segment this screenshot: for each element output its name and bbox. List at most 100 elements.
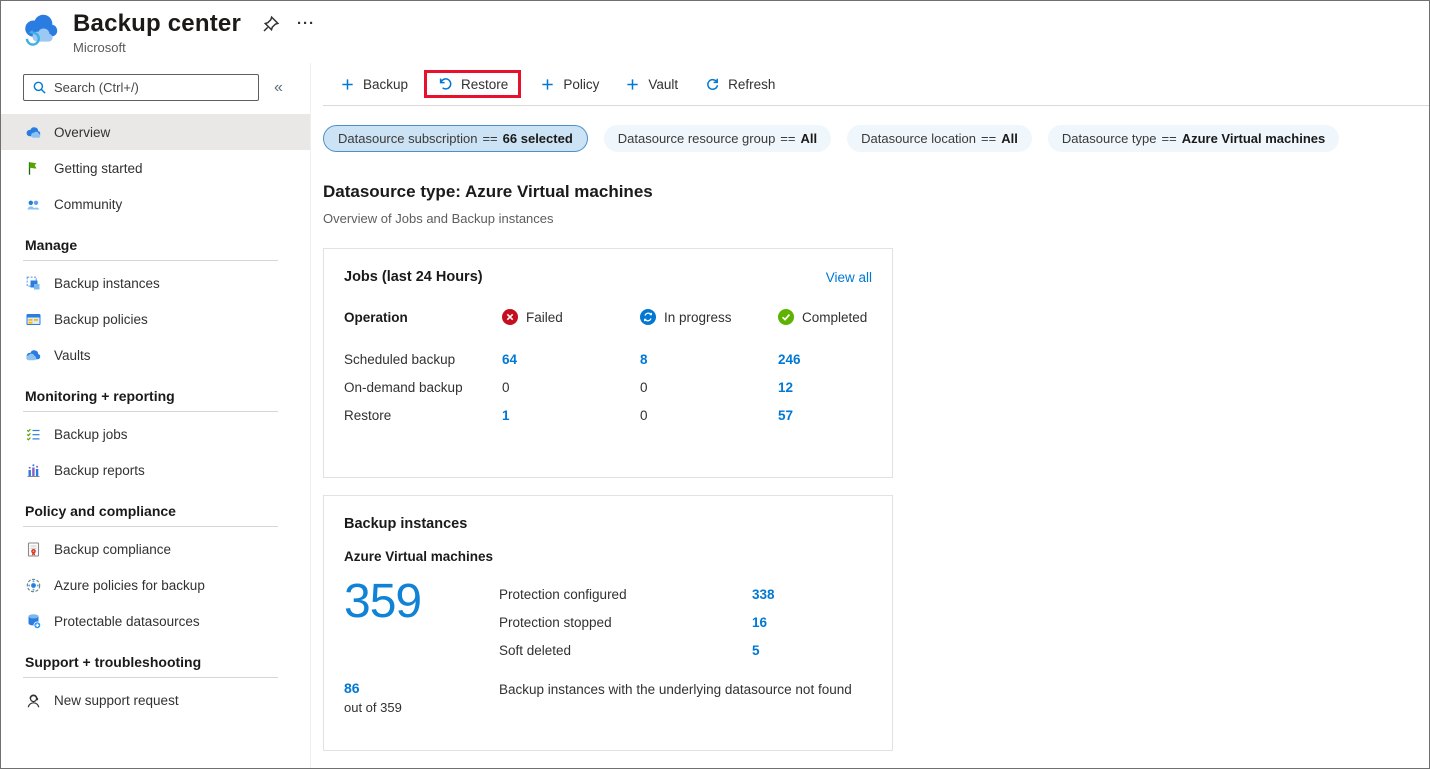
sidebar-nav: Overview Getting started Community Manag… — [1, 114, 310, 718]
sidebar-item-new-support-request[interactable]: New support request — [1, 682, 310, 718]
column-failed: Failed — [502, 309, 640, 325]
sidebar-item-label: Backup compliance — [54, 541, 172, 557]
more-options-icon[interactable]: ··· — [297, 16, 315, 31]
sidebar-item-overview[interactable]: Overview — [1, 114, 310, 150]
refresh-button[interactable]: Refresh — [694, 70, 785, 98]
datasource-not-found-label: Backup instances with the underlying dat… — [499, 682, 852, 697]
azure-policies-icon — [26, 578, 41, 592]
filter-datasource-resource-group[interactable]: Datasource resource group == All — [603, 125, 832, 152]
search-input[interactable] — [23, 74, 259, 101]
restore-completed-count[interactable]: 57 — [778, 408, 872, 423]
sidebar-section-monitoring-reporting: Monitoring + reporting — [25, 388, 175, 404]
sidebar-item-label: Backup reports — [54, 462, 145, 478]
refresh-icon — [707, 78, 719, 90]
sidebar-item-backup-reports[interactable]: Backup reports — [1, 452, 310, 488]
sidebar-item-backup-policies[interactable]: Backup policies — [1, 301, 310, 337]
plus-icon — [342, 78, 353, 90]
on-demand-backup-failed-count: 0 — [502, 379, 510, 395]
protectable-datasources-icon — [28, 613, 42, 629]
datasource-not-found-count[interactable]: 86 — [344, 680, 499, 696]
sidebar-item-label: Community — [54, 196, 123, 212]
sidebar-item-community[interactable]: Community — [1, 186, 310, 222]
scheduled-backup-failed-count[interactable]: 64 — [502, 352, 640, 367]
sidebar-section-support-troubleshooting: Support + troubleshooting — [25, 654, 202, 670]
backup-instances-icon — [26, 276, 40, 289]
sidebar-item-protectable-datasources[interactable]: Protectable datasources — [1, 603, 310, 639]
sidebar-item-azure-policies-for-backup[interactable]: Azure policies for backup — [1, 567, 310, 603]
divider — [23, 260, 278, 261]
filter-bar: Datasource subscription == 66 selected D… — [323, 125, 1429, 152]
plus-icon — [627, 78, 638, 90]
backup-instances-card: Backup instances Azure Virtual machines … — [323, 495, 893, 751]
divider — [23, 526, 278, 527]
support-headset-icon — [27, 694, 40, 707]
restore-button[interactable]: Restore — [424, 70, 522, 98]
vault-button[interactable]: Vault — [615, 71, 688, 98]
restore-failed-count[interactable]: 1 — [502, 408, 640, 423]
total-instances-count[interactable]: 359 — [344, 578, 499, 664]
sidebar-section-manage: Manage — [25, 237, 78, 253]
sidebar-item-label: Vaults — [54, 347, 91, 363]
command-bar: Backup Restore Policy Vault Refresh — [323, 63, 1429, 106]
jobs-card: Jobs (last 24 Hours) View all Operation … — [323, 248, 893, 478]
filter-datasource-subscription[interactable]: Datasource subscription == 66 selected — [323, 125, 588, 152]
backup-center-logo-icon — [25, 14, 58, 46]
protection-stopped-count[interactable]: 16 — [752, 615, 767, 630]
jobs-card-title: Jobs (last 24 Hours) — [344, 269, 483, 285]
instances-stats: Protection configured 338 Protection sto… — [499, 578, 872, 664]
divider — [23, 677, 278, 678]
protection-configured-count[interactable]: 338 — [752, 587, 775, 602]
table-row-scheduled-backup: Scheduled backup 64 8 246 — [344, 345, 872, 373]
jobs-table: Operation Failed In progress Completed S… — [344, 303, 872, 429]
sidebar-item-backup-compliance[interactable]: Backup compliance — [1, 531, 310, 567]
soft-deleted-count[interactable]: 5 — [752, 643, 760, 658]
on-demand-backup-in-progress-count: 0 — [640, 379, 648, 395]
jobs-table-header: Operation Failed In progress Completed — [344, 303, 872, 331]
vaults-cloud-icon — [26, 349, 41, 360]
filter-datasource-type[interactable]: Datasource type == Azure Virtual machine… — [1047, 125, 1340, 152]
column-operation: Operation — [344, 309, 408, 325]
table-row-restore: Restore 1 0 57 — [344, 401, 872, 429]
plus-icon — [542, 78, 553, 90]
main-content: Backup Restore Policy Vault Refresh Data… — [311, 63, 1429, 768]
flag-icon — [28, 161, 37, 175]
divider — [23, 411, 278, 412]
pin-icon[interactable] — [261, 14, 281, 34]
sidebar-item-backup-instances[interactable]: Backup instances — [1, 265, 310, 301]
backup-jobs-checklist-icon — [26, 428, 40, 441]
filter-datasource-location[interactable]: Datasource location == All — [847, 125, 1032, 152]
on-demand-backup-completed-count[interactable]: 12 — [778, 380, 872, 395]
backup-instances-card-subtitle: Azure Virtual machines — [344, 549, 494, 564]
datasource-not-found-denominator: out of 359 — [344, 700, 402, 715]
completed-icon — [778, 309, 794, 325]
list-item: Soft deleted 5 — [499, 642, 760, 658]
backup-compliance-icon — [27, 541, 40, 557]
collapse-sidebar-icon[interactable]: « — [274, 79, 283, 97]
sidebar-item-label: Azure policies for backup — [54, 577, 205, 593]
table-row-on-demand-backup: On-demand backup 0 0 12 — [344, 373, 872, 401]
backup-button[interactable]: Backup — [330, 71, 418, 98]
sidebar-item-label: Backup instances — [54, 275, 160, 291]
sidebar-item-label: New support request — [54, 692, 179, 708]
overview-cloud-icon — [26, 126, 41, 138]
community-icon — [27, 200, 40, 209]
view-all-link[interactable]: View all — [826, 270, 872, 285]
column-completed: Completed — [778, 309, 872, 325]
search-field[interactable] — [54, 80, 250, 95]
sidebar-item-backup-jobs[interactable]: Backup jobs — [1, 416, 310, 452]
list-item: Protection stopped 16 — [499, 614, 768, 630]
policy-button[interactable]: Policy — [530, 71, 609, 98]
sidebar-section-policy-compliance: Policy and compliance — [25, 503, 176, 519]
overview-subheading: Overview of Jobs and Backup instances — [323, 211, 554, 226]
publisher-label: Microsoft — [73, 40, 126, 55]
sidebar-item-vaults[interactable]: Vaults — [1, 337, 310, 373]
sidebar-item-label: Backup policies — [54, 311, 148, 327]
scheduled-backup-completed-count[interactable]: 246 — [778, 352, 872, 367]
sidebar-item-label: Overview — [54, 124, 111, 140]
scheduled-backup-in-progress-count[interactable]: 8 — [640, 352, 778, 367]
search-icon — [33, 81, 46, 94]
sidebar-item-label: Getting started — [54, 160, 143, 176]
restore-icon — [439, 78, 452, 90]
column-in-progress: In progress — [640, 309, 778, 325]
sidebar-item-getting-started[interactable]: Getting started — [1, 150, 310, 186]
